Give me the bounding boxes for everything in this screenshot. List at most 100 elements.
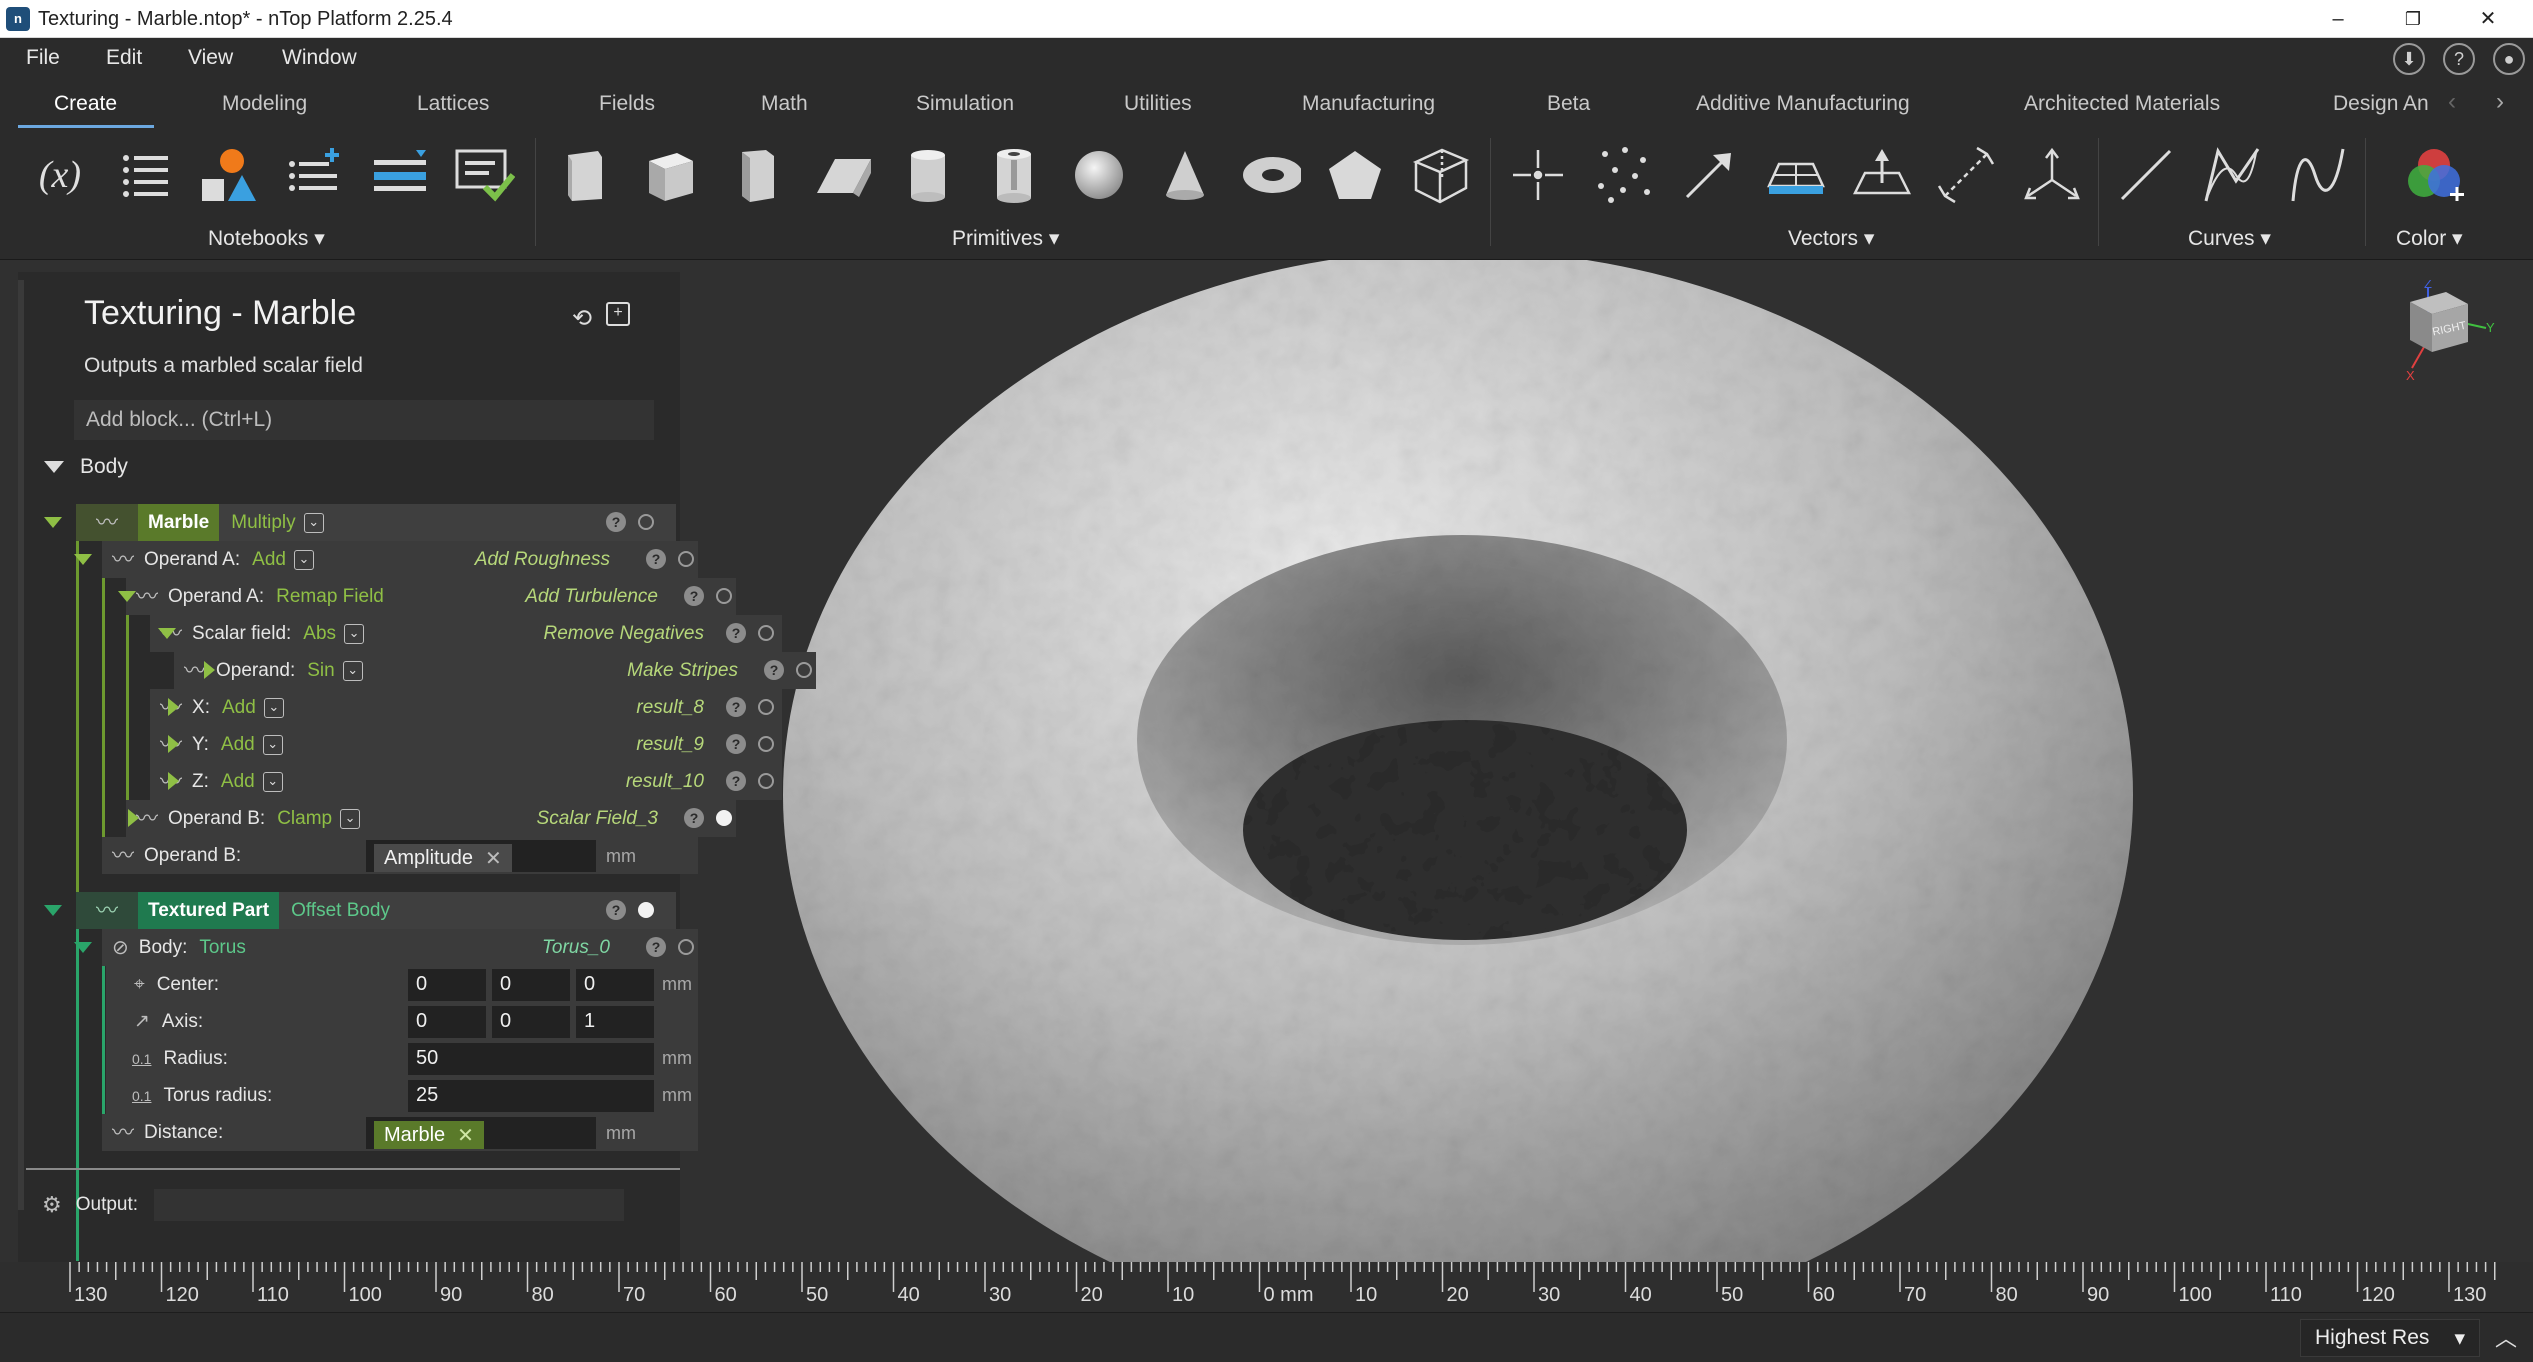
point-cloud-icon[interactable] bbox=[1594, 140, 1654, 210]
add-notebook-icon[interactable]: + bbox=[606, 302, 630, 326]
torus-icon[interactable] bbox=[1241, 140, 1301, 210]
visibility-icon[interactable] bbox=[758, 625, 774, 646]
remove-chip-icon[interactable]: ✕ bbox=[457, 1123, 474, 1148]
help-icon[interactable]: ? bbox=[684, 586, 704, 606]
tab-modeling[interactable]: Modeling bbox=[222, 92, 307, 116]
menu-edit[interactable]: Edit bbox=[106, 46, 142, 70]
tab-additive-manufacturing[interactable]: Additive Manufacturing bbox=[1696, 92, 1910, 116]
chevron-up-icon[interactable]: ︿ bbox=[2495, 1321, 2517, 1353]
variable-icon[interactable]: (x) bbox=[30, 140, 90, 210]
expand-icon[interactable] bbox=[168, 772, 179, 795]
cone-icon[interactable] bbox=[1155, 140, 1215, 210]
row-body-torus[interactable]: ⊘ Body: Torus Torus_0 bbox=[102, 929, 698, 966]
plane-icon[interactable] bbox=[1765, 140, 1825, 210]
insert-list-icon[interactable] bbox=[370, 140, 430, 210]
box-icon[interactable] bbox=[555, 140, 615, 210]
type-dropdown-icon[interactable]: ⌄ bbox=[263, 697, 284, 718]
list-icon[interactable] bbox=[115, 140, 175, 210]
add-block-input[interactable]: Add block... (Ctrl+L) bbox=[74, 400, 654, 440]
collapse-icon[interactable] bbox=[74, 552, 92, 570]
type-dropdown-icon[interactable]: ⌄ bbox=[293, 549, 314, 570]
axis-x-input[interactable]: 0 bbox=[408, 1006, 486, 1038]
type-dropdown-icon[interactable]: ⌄ bbox=[344, 623, 365, 644]
block-name[interactable]: Marble bbox=[138, 504, 220, 541]
menu-view[interactable]: View bbox=[188, 46, 233, 70]
tab-lattices[interactable]: Lattices bbox=[417, 92, 489, 116]
help-icon[interactable]: ? bbox=[726, 771, 746, 791]
block-textured-part[interactable]: 〰 Textured Part Offset Body bbox=[76, 892, 676, 929]
help-icon[interactable]: ? bbox=[646, 937, 666, 957]
type-dropdown-icon[interactable]: ⌄ bbox=[340, 808, 361, 829]
shapes-icon[interactable] bbox=[198, 140, 258, 210]
help-icon[interactable]: ? bbox=[606, 900, 626, 920]
notebook-check-icon[interactable] bbox=[455, 140, 515, 210]
collapse-icon[interactable] bbox=[74, 940, 92, 958]
axis-y-input[interactable]: 0 bbox=[492, 1006, 570, 1038]
cylinder-icon[interactable] bbox=[898, 140, 958, 210]
torus-radius-input[interactable]: 25 bbox=[408, 1080, 654, 1112]
type-dropdown-icon[interactable]: ⌄ bbox=[262, 771, 283, 792]
variable-chip[interactable]: Marble ✕ bbox=[374, 1121, 484, 1149]
row-operand-b-clamp[interactable]: 〰 Operand B: Clamp ⌄ Scalar Field_3 bbox=[126, 800, 736, 837]
tab-beta[interactable]: Beta bbox=[1547, 92, 1590, 116]
refresh-icon[interactable]: ⟲ bbox=[572, 304, 592, 333]
type-dropdown-icon[interactable]: ⌄ bbox=[342, 660, 363, 681]
visibility-icon[interactable] bbox=[678, 551, 694, 572]
help-icon[interactable]: ? bbox=[2443, 43, 2475, 75]
distance-icon[interactable] bbox=[1936, 140, 1996, 210]
row-y[interactable]: 〰 Y: Add ⌄ result_9 bbox=[150, 726, 782, 763]
type-dropdown-icon[interactable]: ⌄ bbox=[262, 734, 283, 755]
group-color[interactable]: Color ▾ bbox=[2396, 226, 2463, 251]
type-dropdown-icon[interactable]: ⌄ bbox=[303, 512, 324, 533]
visibility-icon[interactable] bbox=[638, 514, 654, 535]
collapse-textured-part-icon[interactable] bbox=[44, 903, 62, 921]
group-vectors[interactable]: Vectors ▾ bbox=[1788, 226, 1874, 251]
help-icon[interactable]: ? bbox=[684, 808, 704, 828]
pipe-icon[interactable] bbox=[984, 140, 1044, 210]
distance-input[interactable]: Marble ✕ bbox=[366, 1117, 596, 1149]
line-icon[interactable] bbox=[2116, 140, 2176, 210]
body-section-toggle[interactable]: Body bbox=[44, 448, 128, 485]
cuboid-icon[interactable] bbox=[641, 140, 701, 210]
expand-icon[interactable] bbox=[168, 735, 179, 758]
account-icon[interactable]: ● bbox=[2493, 43, 2525, 75]
row-scalar-field[interactable]: 〰 Scalar field: Abs ⌄ Remove Negatives bbox=[150, 615, 782, 652]
spline-curve-icon[interactable] bbox=[2288, 140, 2348, 210]
restore-button[interactable]: ❐ bbox=[2378, 0, 2448, 38]
row-x[interactable]: 〰 X: Add ⌄ result_8 bbox=[150, 689, 782, 726]
help-icon[interactable]: ? bbox=[646, 549, 666, 569]
variable-chip[interactable]: Amplitude ✕ bbox=[374, 844, 512, 872]
polyline-icon[interactable] bbox=[2202, 140, 2262, 210]
help-icon[interactable]: ? bbox=[726, 623, 746, 643]
tab-design-analysis[interactable]: Design An bbox=[2333, 92, 2429, 116]
resolution-dropdown[interactable]: Highest Res ▾ bbox=[2300, 1319, 2480, 1357]
download-icon[interactable]: ⬇ bbox=[2393, 43, 2425, 75]
visibility-icon[interactable] bbox=[758, 773, 774, 794]
wedge-icon[interactable] bbox=[813, 140, 873, 210]
group-notebooks[interactable]: Notebooks ▾ bbox=[208, 226, 325, 251]
color-icon[interactable] bbox=[2404, 140, 2464, 210]
expand-icon[interactable] bbox=[168, 698, 179, 721]
tabs-scroll-left-icon[interactable]: ‹ bbox=[2448, 88, 2456, 116]
visibility-icon[interactable] bbox=[716, 810, 732, 831]
collapse-icon[interactable] bbox=[158, 626, 176, 644]
center-x-input[interactable]: 0 bbox=[408, 969, 486, 1001]
row-operand-a-add[interactable]: 〰 Operand A: Add ⌄ Add Roughness bbox=[102, 541, 698, 578]
group-curves[interactable]: Curves ▾ bbox=[2188, 226, 2271, 251]
add-list-icon[interactable] bbox=[284, 140, 344, 210]
collapse-icon[interactable] bbox=[118, 589, 136, 607]
row-z[interactable]: 〰 Z: Add ⌄ result_10 bbox=[150, 763, 782, 800]
operand-b-input[interactable]: Amplitude ✕ bbox=[366, 840, 596, 872]
minimize-button[interactable]: – bbox=[2303, 0, 2373, 38]
tab-simulation[interactable]: Simulation bbox=[916, 92, 1014, 116]
output-field[interactable] bbox=[154, 1188, 625, 1221]
point-icon[interactable] bbox=[1508, 140, 1568, 210]
tab-architected-materials[interactable]: Architected Materials bbox=[2024, 92, 2220, 116]
block-name[interactable]: Textured Part bbox=[138, 892, 280, 929]
visibility-icon[interactable] bbox=[758, 699, 774, 720]
expand-icon[interactable] bbox=[128, 809, 139, 832]
visibility-icon[interactable] bbox=[796, 662, 812, 683]
plane-normal-icon[interactable] bbox=[1851, 140, 1911, 210]
help-icon[interactable]: ? bbox=[726, 697, 746, 717]
radius-input[interactable]: 50 bbox=[408, 1043, 654, 1075]
